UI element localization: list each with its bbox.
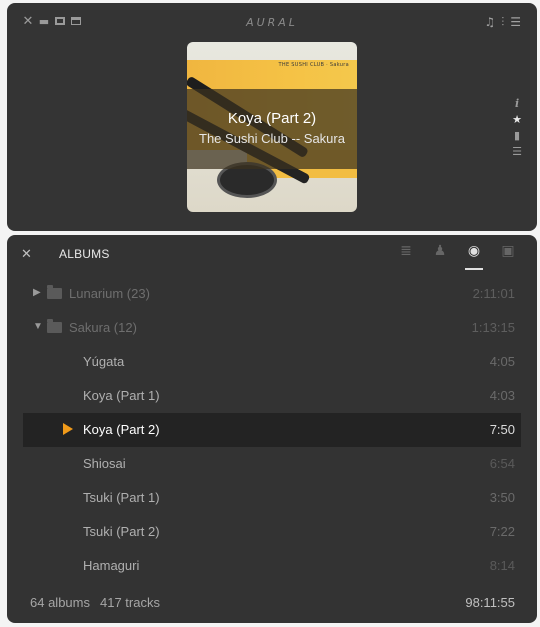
tab-tracks-icon[interactable]: ≣ [397,243,415,265]
expand-arrow-icon[interactable]: ▶ [33,287,41,298]
track-row[interactable]: Yúgata 4:05 [23,345,521,379]
playlist-icon[interactable]: ♫ [484,15,495,29]
library-title: ALBUMS [59,247,110,261]
track-row[interactable]: Tsuki (Part 1) 3:50 [23,481,521,515]
player-window: ✕ ▬ AURAL ♫ ⫶ ☰ THE SUSHI CLUB · Sakura … [7,3,537,231]
info-icon[interactable]: i [515,97,519,110]
track-title: Tsuki (Part 1) [83,490,160,505]
album-label: Sakura (12) [69,320,137,335]
track-duration: 7:50 [489,422,515,437]
tab-albums-icon[interactable]: ◉ [465,243,483,270]
track-duration: 6:54 [489,456,515,471]
track-row[interactable]: Koya (Part 1) 4:03 [23,379,521,413]
tab-genres-icon[interactable]: ▣ [499,243,517,265]
album-row-lunarium[interactable]: ▶ Lunarium (23) 2:11:01 [23,277,521,311]
folder-icon [47,319,62,333]
track-title: Koya (Part 2) [83,422,160,437]
playing-indicator-icon [63,423,73,435]
bookmark-icon[interactable]: ▮ [514,129,520,142]
track-title: Hamaguri [83,558,140,573]
album-count: 64 albums [30,595,90,610]
library-stats: 64 albums 417 tracks [30,595,160,610]
track-row[interactable]: Shiosai 6:54 [23,447,521,481]
track-duration: 3:50 [489,490,515,505]
album-duration: 2:11:01 [472,286,515,301]
queue-icon[interactable]: ☰ [512,145,522,158]
track-title: Koya (Part 1) [83,388,160,403]
track-duration: 8:14 [489,558,515,573]
view-tabs: ≣ ♟ ◉ ▣ [397,243,517,270]
track-duration: 4:03 [489,388,515,403]
album-label: Lunarium (23) [69,286,150,301]
track-row[interactable]: Hamaguri 8:14 [23,549,521,583]
menu-icon[interactable]: ☰ [510,15,521,29]
folder-icon [47,285,62,299]
library-window: ✕ ALBUMS ≣ ♟ ◉ ▣ ▶ Lunarium (23) 2:11:01… [7,235,537,623]
equalizer-icon[interactable]: ⫶ [501,15,504,29]
track-title: Shiosai [83,456,126,471]
album-art-caption: THE SUSHI CLUB · Sakura [278,62,349,68]
track-title: Yúgata [83,354,125,369]
album-art: THE SUSHI CLUB · Sakura [187,42,357,212]
app-logo: AURAL [246,16,298,29]
track-duration: 4:05 [489,354,515,369]
player-toolbar: ♫ ⫶ ☰ [484,15,521,29]
close-icon[interactable]: ✕ [21,247,32,262]
tab-artists-icon[interactable]: ♟ [431,243,449,265]
track-title: Tsuki (Part 2) [83,524,160,539]
now-playing-overlay [187,89,357,169]
track-row[interactable]: Tsuki (Part 2) 7:22 [23,515,521,549]
track-count: 417 tracks [99,595,160,610]
collapse-arrow-icon[interactable]: ▼ [33,321,43,332]
track-row-playing[interactable]: Koya (Part 2) 7:50 [23,413,521,447]
side-actions: i ★ ▮ ☰ [512,97,522,158]
now-playing-title: Koya (Part 2) [227,110,317,127]
album-row-sakura[interactable]: ▼ Sakura (12) 1:13:15 [23,311,521,345]
star-icon[interactable]: ★ [512,113,522,126]
total-duration: 98:11:55 [465,595,515,610]
album-duration: 1:13:15 [471,320,515,335]
track-duration: 7:22 [489,524,515,539]
now-playing-artist-album: The Sushi Club -- Sakura [199,131,345,146]
